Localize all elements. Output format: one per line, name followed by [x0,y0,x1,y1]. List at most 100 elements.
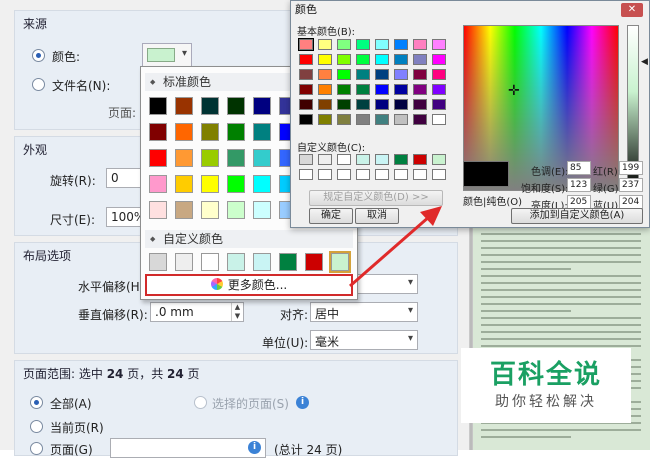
basic-color-swatch[interactable] [356,69,370,80]
custom-color-swatch[interactable] [305,253,323,271]
pages-radio[interactable] [30,442,43,455]
define-custom-button[interactable]: 规定自定义颜色(D) >> [309,190,443,206]
color-picker-button[interactable]: ▾ [142,43,192,67]
basic-color-swatch[interactable] [413,54,427,65]
basic-color-swatch[interactable] [299,114,313,125]
basic-color-swatch[interactable] [375,69,389,80]
sat-input[interactable]: 123 [567,178,591,192]
basic-color-swatch[interactable] [432,84,446,95]
standard-color-swatch[interactable] [227,123,245,141]
standard-color-swatch[interactable] [253,175,271,193]
basic-color-swatch[interactable] [299,69,313,80]
standard-color-swatch[interactable] [149,201,167,219]
custom-color-swatch[interactable] [329,251,351,273]
basic-color-swatch[interactable] [356,39,370,50]
dialog-custom-color-swatch[interactable] [432,154,446,165]
add-custom-color-button[interactable]: 添加到自定义颜色(A) [511,208,643,224]
green-input[interactable]: 237 [619,178,643,192]
spin-icon[interactable]: ▲ ▼ [231,303,243,321]
custom-color-swatch[interactable] [227,253,245,271]
basic-color-swatch[interactable] [375,39,389,50]
basic-color-swatch[interactable] [394,114,408,125]
basic-color-swatch[interactable] [337,54,351,65]
standard-color-swatch[interactable] [175,97,193,115]
basic-color-swatch[interactable] [318,39,332,50]
basic-color-swatch[interactable] [298,38,314,51]
standard-color-swatch[interactable] [253,97,271,115]
dialog-custom-color-swatch[interactable] [375,169,389,180]
basic-color-swatch[interactable] [432,39,446,50]
basic-color-swatch[interactable] [375,84,389,95]
basic-color-swatch[interactable] [413,84,427,95]
file-radio[interactable] [32,78,45,91]
standard-color-swatch[interactable] [201,175,219,193]
basic-color-swatch[interactable] [432,99,446,110]
standard-color-swatch[interactable] [201,97,219,115]
standard-color-swatch[interactable] [227,97,245,115]
basic-color-swatch[interactable] [299,54,313,65]
basic-color-swatch[interactable] [337,84,351,95]
current-page-radio[interactable] [30,420,43,433]
standard-color-swatch[interactable] [227,175,245,193]
dialog-custom-color-swatch[interactable] [394,169,408,180]
dialog-custom-color-swatch[interactable] [299,154,313,165]
basic-color-swatch[interactable] [432,114,446,125]
standard-color-swatch[interactable] [201,123,219,141]
basic-color-swatch[interactable] [375,99,389,110]
basic-color-swatch[interactable] [299,99,313,110]
basic-color-swatch[interactable] [356,114,370,125]
basic-color-swatch[interactable] [299,84,313,95]
color-radio[interactable] [32,49,45,62]
standard-color-swatch[interactable] [175,201,193,219]
custom-color-swatch[interactable] [201,253,219,271]
info-icon[interactable]: i [296,396,309,409]
basic-color-swatch[interactable] [356,99,370,110]
ok-button[interactable]: 确定 [309,208,353,224]
basic-color-swatch[interactable] [337,39,351,50]
basic-color-swatch[interactable] [432,54,446,65]
lum-input[interactable]: 205 [567,195,591,209]
basic-color-swatch[interactable] [413,99,427,110]
cancel-button[interactable]: 取消 [355,208,399,224]
pages-info-icon[interactable]: i [248,441,261,454]
standard-color-swatch[interactable] [201,149,219,167]
basic-color-swatch[interactable] [394,99,408,110]
basic-color-swatch[interactable] [337,69,351,80]
basic-color-swatch[interactable] [318,54,332,65]
custom-color-swatch[interactable] [279,253,297,271]
dialog-custom-color-swatch[interactable] [432,169,446,180]
basic-color-swatch[interactable] [413,39,427,50]
standard-color-swatch[interactable] [149,123,167,141]
basic-color-swatch[interactable] [337,99,351,110]
dialog-custom-color-swatch[interactable] [337,154,351,165]
all-pages-radio[interactable] [30,396,43,409]
more-colors-button[interactable]: 更多颜色... [145,274,353,296]
standard-color-swatch[interactable] [253,201,271,219]
dialog-custom-color-swatch[interactable] [413,169,427,180]
standard-color-swatch[interactable] [201,201,219,219]
hue-input[interactable]: 85 [567,161,591,175]
custom-color-swatch[interactable] [253,253,271,271]
basic-color-swatch[interactable] [318,84,332,95]
dialog-custom-color-swatch[interactable] [299,169,313,180]
basic-color-swatch[interactable] [394,84,408,95]
align-dropdown[interactable]: 居中 [310,302,418,322]
blue-input[interactable]: 204 [619,195,643,209]
close-icon[interactable]: ✕ [621,3,643,17]
dialog-custom-color-swatch[interactable] [356,154,370,165]
standard-color-swatch[interactable] [227,149,245,167]
basic-color-swatch[interactable] [394,69,408,80]
custom-color-swatch[interactable] [175,253,193,271]
basic-color-swatch[interactable] [375,54,389,65]
basic-color-swatch[interactable] [337,114,351,125]
basic-color-swatch[interactable] [413,69,427,80]
slider-arrow-icon[interactable]: ◀ [641,57,648,67]
standard-color-swatch[interactable] [175,149,193,167]
standard-color-swatch[interactable] [149,97,167,115]
custom-color-swatch[interactable] [149,253,167,271]
basic-color-swatch[interactable] [318,69,332,80]
standard-color-swatch[interactable] [149,149,167,167]
standard-color-swatch[interactable] [253,123,271,141]
standard-color-swatch[interactable] [175,123,193,141]
v-offset-input[interactable]: .0 mm ▲ ▼ [150,302,244,322]
